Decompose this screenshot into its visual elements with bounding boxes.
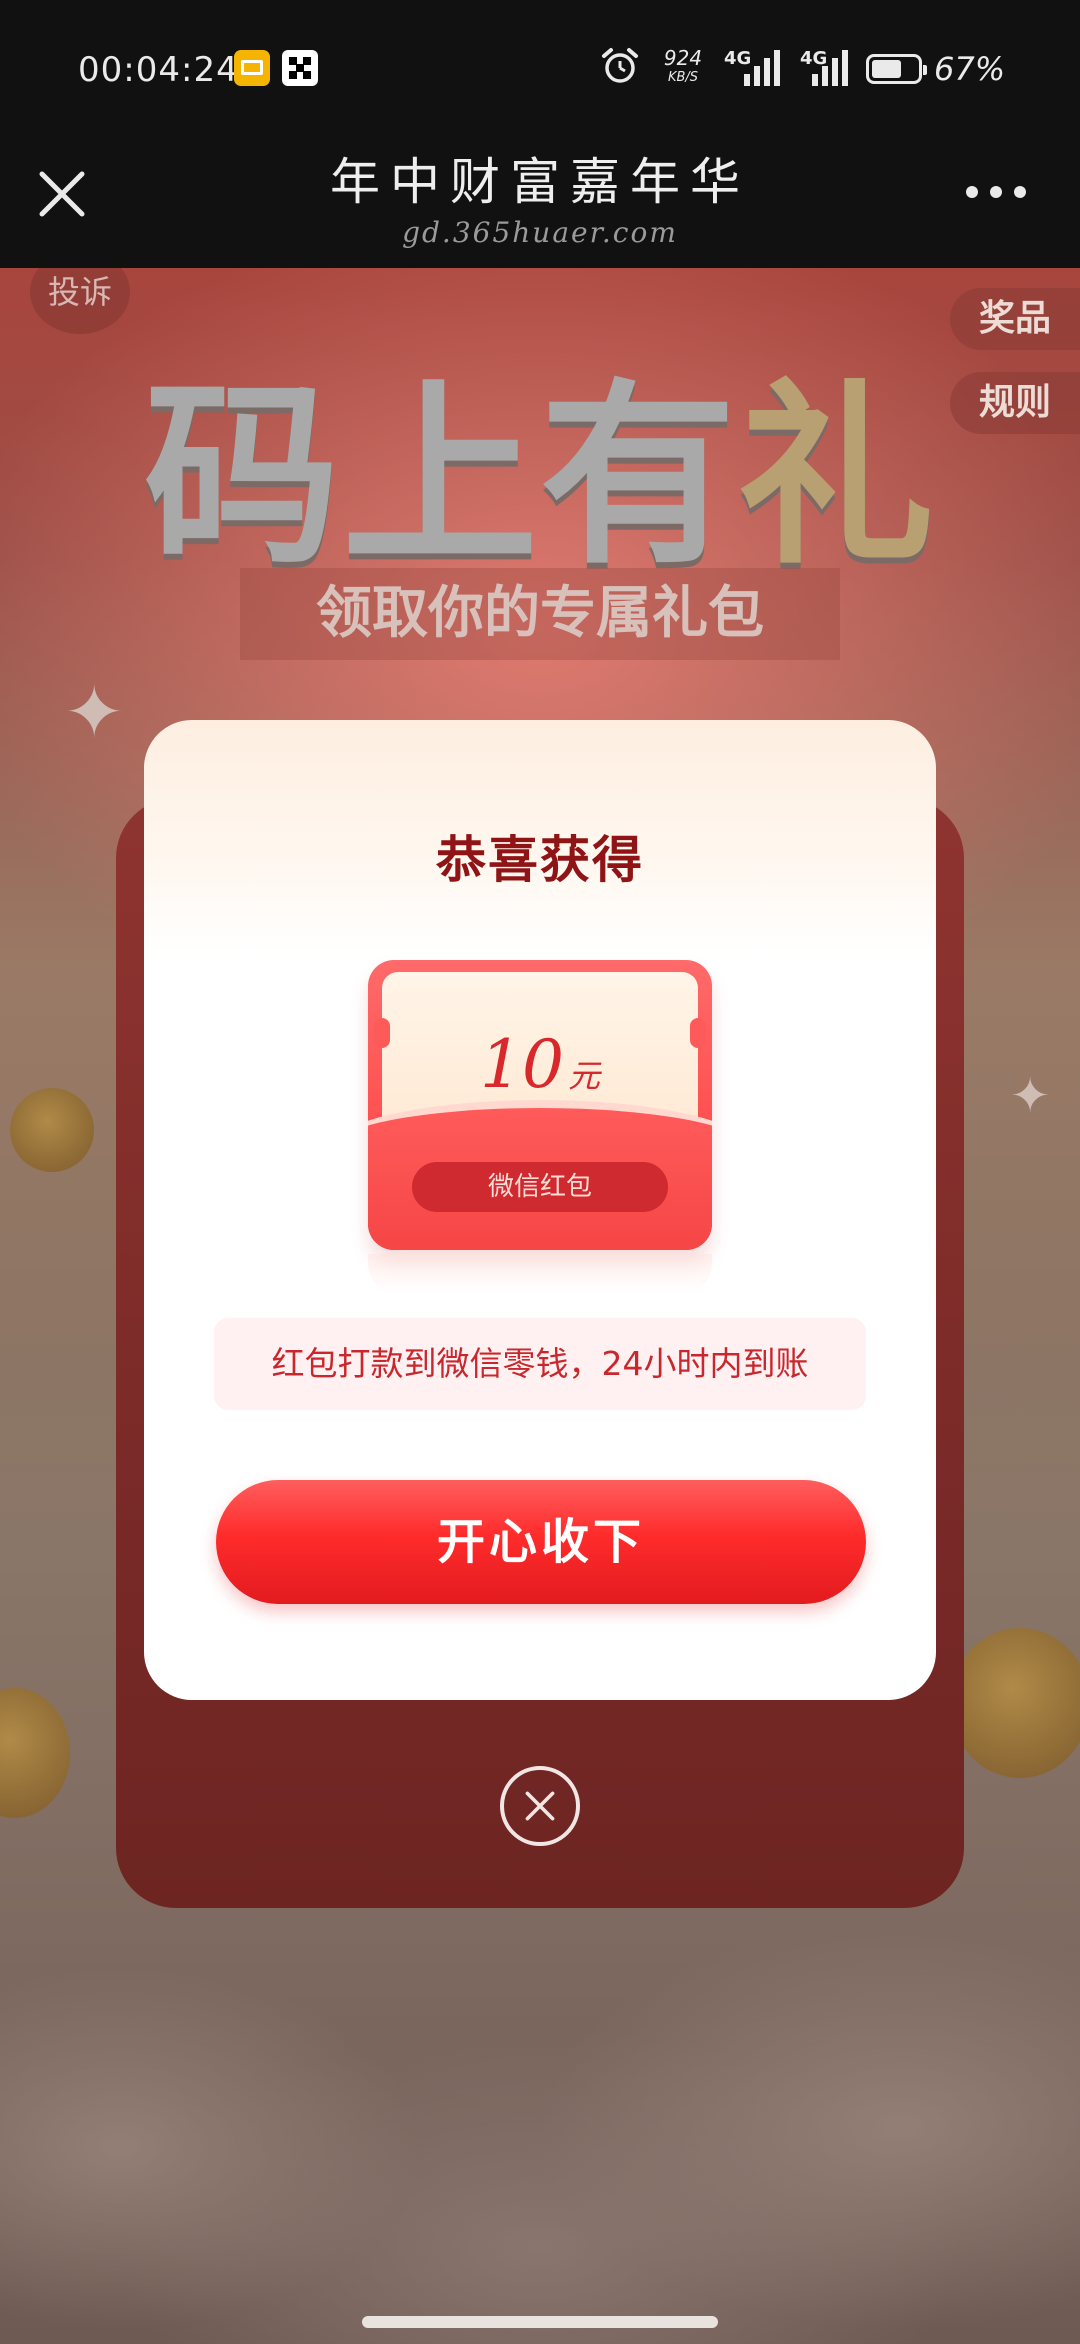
reward-dialog: 恭喜获得 10 元 微信红包 红包打款到微信零钱，24小时内到账 开心收下 — [144, 720, 936, 1700]
status-bar: 00:04:24 924 KB/S 4G 4G 67% — [0, 0, 1080, 140]
signal-1-label: 4G — [724, 48, 752, 69]
reward-amount-unit: 元 — [567, 1057, 600, 1095]
home-indicator[interactable] — [362, 2316, 718, 2328]
network-speed-value: 924 — [663, 46, 703, 70]
sparkle-decoration-icon: ✦ — [1010, 1068, 1051, 1124]
battery-percent: 67% — [934, 50, 1006, 88]
hero-title: 码上有礼 — [0, 318, 1080, 601]
signal-1-icon: 4G — [724, 48, 788, 88]
page-title: 年中财富嘉年华 — [330, 153, 750, 211]
hero-title-main: 码上有 — [143, 363, 738, 591]
signal-2-icon: 4G — [800, 48, 864, 88]
alarm-icon — [602, 48, 638, 83]
reward-amount-value: 10 — [480, 1026, 564, 1103]
hero-subtitle: 领取你的专属礼包 — [240, 568, 840, 660]
network-speed-unit: KB/S — [667, 70, 699, 85]
reward-amount: 10 元 — [368, 1026, 712, 1103]
hero-title-accent: 礼 — [738, 363, 937, 591]
page-domain: gd.365huaer.com — [402, 216, 678, 249]
more-options-icon[interactable] — [966, 186, 1026, 202]
payout-notice: 红包打款到微信零钱，24小时内到账 — [214, 1318, 866, 1410]
red-packet-reflection — [368, 1254, 712, 1294]
close-dialog-icon[interactable] — [500, 1766, 580, 1846]
red-packet-card: 10 元 微信红包 — [368, 960, 712, 1250]
coin-decoration-icon — [0, 1688, 70, 1818]
coin-decoration-icon — [10, 1088, 94, 1172]
dialog-title: 恭喜获得 — [436, 831, 644, 889]
qr-app-notification-icon — [282, 50, 318, 86]
coin-decoration-icon — [950, 1628, 1080, 1778]
wechat-red-packet-tag: 微信红包 — [412, 1162, 668, 1212]
accept-reward-button[interactable]: 开心收下 — [216, 1480, 866, 1604]
mail-notification-icon — [234, 50, 270, 86]
cloud-decoration — [0, 1828, 1080, 2344]
battery-icon — [866, 54, 927, 84]
network-speed: 924 KB/S — [660, 48, 706, 84]
status-time: 00:04:24 — [78, 50, 239, 90]
sparkle-decoration-icon: ✦ — [64, 670, 125, 754]
